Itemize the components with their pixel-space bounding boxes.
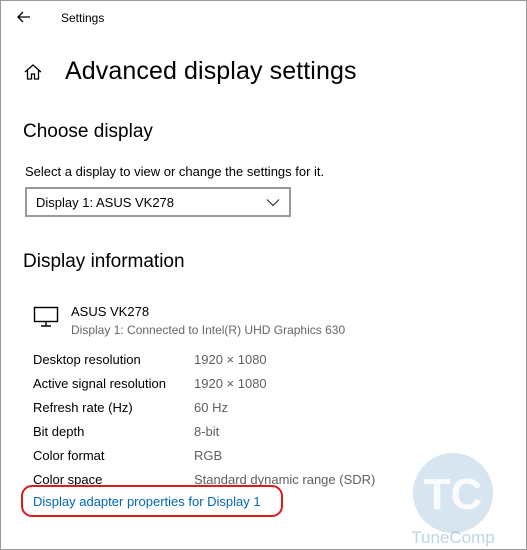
info-label: Active signal resolution: [33, 376, 166, 391]
monitor-name: ASUS VK278: [71, 304, 150, 319]
display-select-dropdown[interactable]: Display 1: ASUS VK278: [25, 187, 291, 217]
info-value: 60 Hz: [194, 400, 228, 415]
monitor-connection: Display 1: Connected to Intel(R) UHD Gra…: [71, 323, 346, 337]
app-title: Settings: [61, 11, 105, 25]
titlebar: Settings: [1, 1, 526, 33]
adapter-link-highlight: Display adapter properties for Display 1: [21, 485, 283, 517]
info-row-bit-depth: Bit depth 8-bit: [33, 422, 493, 446]
choose-display-description: Select a display to view or change the s…: [25, 164, 325, 179]
info-row-desktop-resolution: Desktop resolution 1920 × 1080: [33, 350, 493, 374]
back-arrow-icon: [17, 11, 30, 23]
watermark-brand: TuneComp: [411, 528, 494, 547]
info-label: Desktop resolution: [33, 352, 141, 367]
page-title: Advanced display settings: [65, 57, 357, 85]
display-information-heading: Display information: [23, 251, 185, 272]
page-header: Advanced display settings: [23, 57, 357, 86]
info-value: 8-bit: [194, 424, 220, 439]
info-label: Bit depth: [33, 424, 85, 439]
info-row-refresh-rate: Refresh rate (Hz) 60 Hz: [33, 398, 493, 422]
settings-window: Settings Advanced display settings Choos…: [0, 0, 527, 550]
display-adapter-properties-link[interactable]: Display adapter properties for Display 1: [33, 494, 261, 509]
info-label: Refresh rate (Hz): [33, 400, 133, 415]
info-label: Color format: [33, 448, 105, 463]
info-row-active-signal-resolution: Active signal resolution 1920 × 1080: [33, 374, 493, 398]
info-value: 1920 × 1080: [194, 376, 267, 391]
monitor-icon: [33, 306, 59, 327]
back-button[interactable]: [13, 7, 35, 27]
info-value: 1920 × 1080: [194, 352, 267, 367]
choose-display-heading: Choose display: [23, 121, 153, 142]
info-value: RGB: [194, 448, 223, 463]
home-icon[interactable]: [23, 61, 45, 83]
chevron-down-icon: [266, 199, 280, 207]
display-select-value: Display 1: ASUS VK278: [36, 194, 175, 210]
watermark-letters: TC: [424, 470, 483, 519]
tunecomp-watermark-logo: TC TuneComp: [411, 453, 495, 547]
